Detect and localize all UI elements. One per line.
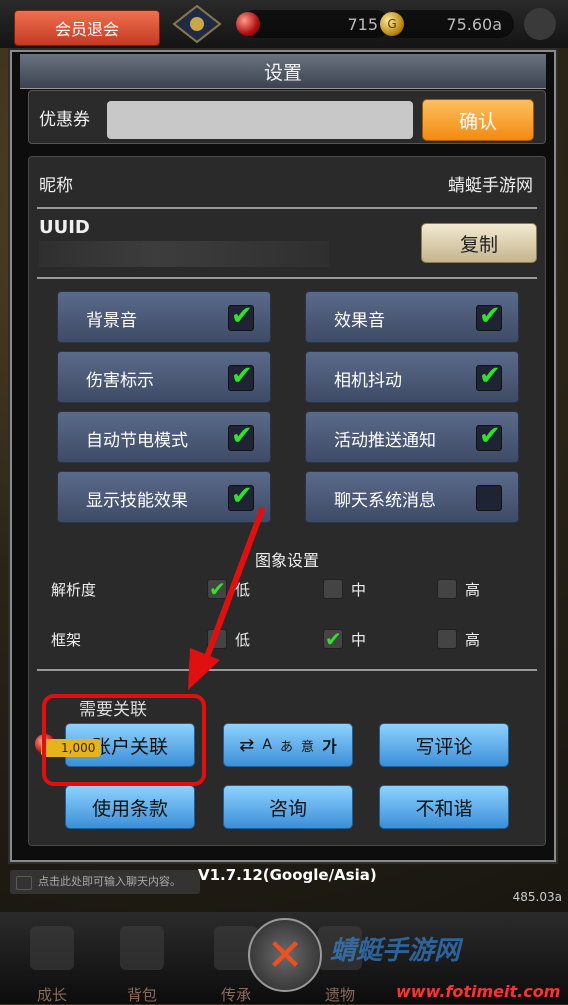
nav-label: 背包 — [126, 986, 157, 1004]
watermark-logo: 蜻蜓手游网 — [330, 936, 461, 966]
chat-input-hint[interactable]: 点击此处即可输入聊天内容。 — [10, 870, 200, 894]
nav-growth[interactable]: 成长 — [12, 912, 92, 1004]
watermark-url: www.fotimeit.com — [396, 982, 561, 1001]
nav-label: 传承 — [220, 986, 251, 1004]
annotation-arrow-icon — [188, 507, 265, 690]
close-icon: ✕ — [266, 929, 304, 981]
close-button[interactable]: ✕ — [248, 918, 322, 992]
growth-icon — [30, 926, 74, 970]
nav-label: 成长 — [36, 986, 67, 1004]
nav-bag[interactable]: 背包 — [102, 912, 182, 1004]
nav-label: 遗物 — [324, 986, 355, 1004]
lock-icon — [120, 926, 164, 970]
power-value: 485.03a — [512, 890, 562, 904]
version-label: V1.7.12(Google/Asia) — [198, 866, 377, 884]
